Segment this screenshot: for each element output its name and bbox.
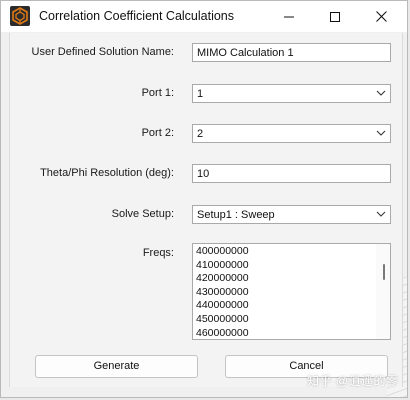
maximize-icon bbox=[330, 11, 340, 22]
watermark-text: 知乎 @逍遥的零 bbox=[307, 374, 399, 388]
scrollbar-thumb[interactable] bbox=[383, 264, 385, 280]
list-item[interactable]: 420000000 bbox=[196, 272, 390, 286]
close-icon bbox=[375, 11, 387, 22]
list-item[interactable]: 400000000 bbox=[196, 245, 390, 259]
port1-label: Port 1: bbox=[141, 87, 174, 99]
freqs-scrollbar[interactable] bbox=[376, 244, 390, 339]
port2-value: 2 bbox=[197, 128, 204, 140]
list-item[interactable]: 410000000 bbox=[196, 259, 390, 273]
port1-value: 1 bbox=[197, 88, 204, 100]
solve-setup-label: Solve Setup: bbox=[111, 208, 174, 220]
dialog-window: Correlation Coefficient Calculations Use… bbox=[0, 0, 408, 398]
chevron-down-icon bbox=[376, 211, 386, 217]
title-bar[interactable]: Correlation Coefficient Calculations bbox=[1, 1, 407, 32]
resolution-input[interactable]: 10 bbox=[192, 164, 391, 183]
list-item[interactable]: 460000000 bbox=[196, 327, 390, 339]
window-title: Correlation Coefficient Calculations bbox=[39, 9, 235, 23]
solve-setup-select[interactable]: Setup1 : Sweep bbox=[192, 205, 391, 224]
port2-label: Port 2: bbox=[141, 127, 174, 139]
minimize-icon bbox=[284, 16, 294, 17]
resolution-label: Theta/Phi Resolution (deg): bbox=[40, 167, 174, 179]
port1-select[interactable]: 1 bbox=[192, 84, 391, 103]
chevron-down-icon bbox=[376, 90, 386, 96]
solution-name-label: User Defined Solution Name: bbox=[31, 46, 174, 58]
list-item[interactable]: 450000000 bbox=[196, 313, 390, 327]
freqs-listbox[interactable]: 400000000 410000000 420000000 430000000 … bbox=[192, 243, 391, 340]
ansys-hfss-icon bbox=[10, 6, 30, 26]
list-item[interactable]: 430000000 bbox=[196, 286, 390, 300]
maximize-button[interactable] bbox=[312, 1, 358, 32]
chevron-down-icon bbox=[376, 130, 386, 136]
form-panel: User Defined Solution Name: MIMO Calcula… bbox=[9, 33, 403, 387]
port2-select[interactable]: 2 bbox=[192, 124, 391, 143]
solve-setup-value: Setup1 : Sweep bbox=[197, 209, 275, 221]
minimize-button[interactable] bbox=[266, 1, 312, 32]
solution-name-input[interactable]: MIMO Calculation 1 bbox=[192, 43, 391, 62]
close-button[interactable] bbox=[358, 1, 404, 32]
freqs-label: Freqs: bbox=[142, 247, 174, 259]
generate-button[interactable]: Generate bbox=[35, 355, 198, 378]
list-item[interactable]: 440000000 bbox=[196, 299, 390, 313]
